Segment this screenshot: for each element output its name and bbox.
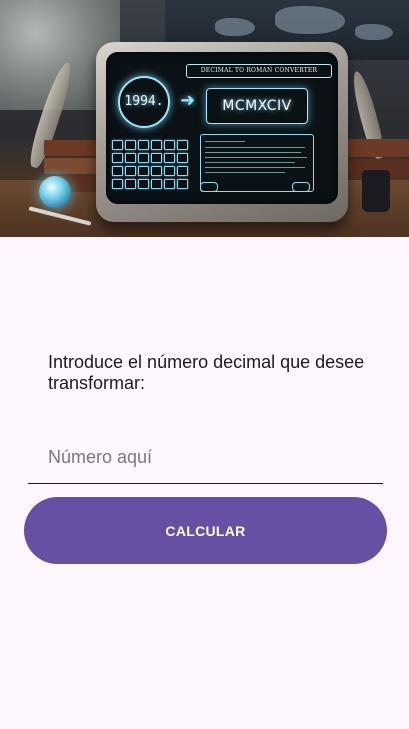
prompt-label: Introduce el número decimal que desee tr…: [48, 352, 365, 393]
device-input-value: 1994.: [124, 94, 164, 109]
hero-image: DECIMAL TO ROMAN CONVERTER 1994. ➜ MCMXC…: [0, 0, 409, 237]
device-output-value: MCMXCIV: [222, 98, 292, 114]
device-button-left: [200, 182, 218, 192]
ink-bottle-icon: [362, 170, 390, 212]
device-screen: DECIMAL TO ROMAN CONVERTER 1994. ➜ MCMXC…: [106, 52, 338, 204]
arrow-right-icon: ➜: [180, 90, 196, 111]
device-button-right: [292, 182, 310, 192]
converter-device: DECIMAL TO ROMAN CONVERTER 1994. ➜ MCMXC…: [96, 42, 348, 222]
input-underline: [28, 483, 383, 484]
device-keypad: [112, 140, 188, 190]
number-input[interactable]: [28, 432, 383, 483]
calculate-button[interactable]: CALCULAR: [24, 497, 387, 564]
device-title: DECIMAL TO ROMAN CONVERTER: [186, 64, 332, 78]
app-screen: DECIMAL TO ROMAN CONVERTER 1994. ➜ MCMXC…: [0, 0, 409, 729]
output-display: MCMXCIV: [206, 88, 308, 124]
crystal-globe-icon: [39, 176, 71, 208]
number-input-container: [28, 432, 383, 484]
input-dial: 1994.: [118, 76, 170, 128]
